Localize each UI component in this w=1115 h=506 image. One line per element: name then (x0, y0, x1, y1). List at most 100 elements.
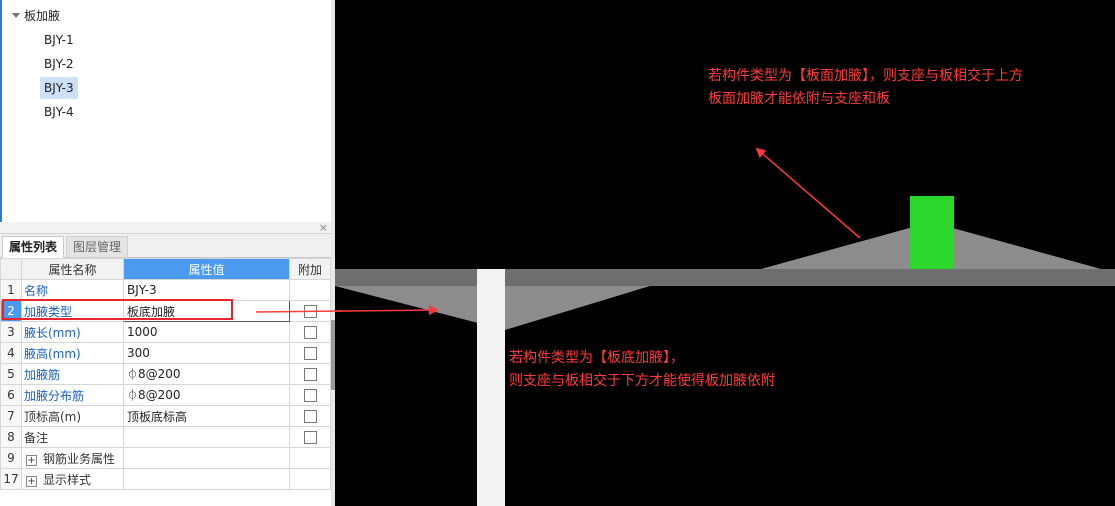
property-name-text: 钢筋业务属性 (43, 451, 116, 466)
tree-root-label: 板加腋 (24, 9, 61, 23)
property-name-text: 腋高(mm) (24, 346, 81, 361)
property-row[interactable]: 6 加腋分布筋 ⏀8@200 (0, 384, 331, 406)
extra-checkbox[interactable] (303, 347, 317, 360)
tree-item-bjy-1[interactable]: BJY-1 (40, 29, 78, 51)
tab-layer-management[interactable]: 图层管理 (66, 236, 129, 258)
property-value-text: 板底加腋 (127, 304, 176, 319)
property-value-text: 8@200 (138, 367, 181, 381)
property-name-text: 腋长(mm) (24, 325, 81, 340)
property-row[interactable]: 17 + 显示样式 (0, 468, 331, 490)
panel-tabs: 属性列表 图层管理 (0, 234, 332, 258)
extra-checkbox[interactable] (303, 389, 317, 402)
collapse-arrow-icon[interactable] (12, 13, 20, 18)
property-value[interactable]: BJY-3 (123, 279, 290, 301)
extra-cell (289, 342, 331, 364)
property-name: + 显示样式 (21, 468, 124, 490)
bottom-annotation-line2: 则支座与板相交于下方才能使得板加腋依附 (509, 373, 775, 389)
property-name-text: 名称 (24, 283, 49, 298)
row-number: 5 (0, 363, 22, 385)
property-value[interactable]: 300 (123, 342, 290, 364)
tab-properties[interactable]: 属性列表 (2, 236, 65, 258)
top-annotation-arrow (755, 147, 861, 239)
property-value-text: BJY-3 (127, 283, 157, 297)
property-value-text: 300 (127, 346, 150, 360)
tree-item-bjy-3[interactable]: BJY-3 (40, 77, 78, 99)
property-name-text: 加腋筋 (24, 367, 61, 382)
property-row[interactable]: 7 顶标高(m) 顶板底标高 (0, 405, 331, 427)
row-number: 8 (0, 426, 22, 448)
property-name-text: 顶标高(m) (24, 409, 82, 424)
property-grid: 属性名称 属性值 附加 1 名称 BJY-3 2 加腋类型 板底加腋 3 腋长(mm) 1000… (0, 258, 331, 490)
property-value[interactable]: ⏀8@200 (123, 384, 290, 406)
property-name: 备注 (21, 426, 124, 448)
property-value[interactable]: 1000 (123, 321, 290, 343)
property-row[interactable]: 4 腋高(mm) 300 (0, 342, 331, 364)
expand-icon[interactable]: + (26, 454, 37, 466)
top-annotation-line2: 板面加腋才能依附与支座和板 (708, 91, 890, 107)
row-number: 6 (0, 384, 22, 406)
row-number: 17 (0, 468, 22, 490)
property-name: 腋长(mm) (21, 321, 124, 343)
component-tree: 板加腋 BJY-1 BJY-2 BJY-3 BJY-4 (0, 0, 332, 222)
property-name-text: 加腋分布筋 (24, 388, 85, 403)
floor-slab[interactable] (335, 269, 1115, 286)
bottom-support-column[interactable] (477, 269, 505, 506)
property-value[interactable]: ⏀8@200 (123, 363, 290, 385)
properties-side-panel: 板加腋 BJY-1 BJY-2 BJY-3 BJY-4 × 属性列表 图层管理 … (0, 0, 335, 506)
row-number: 9 (0, 447, 22, 469)
extra-cell (289, 426, 331, 448)
extra-cell (289, 468, 331, 490)
extra-cell (289, 384, 331, 406)
row-number: 3 (0, 321, 22, 343)
rebar-grade-icon: ⏀ (127, 389, 138, 402)
extra-checkbox[interactable] (303, 368, 317, 381)
tree-item-bjy-2[interactable]: BJY-2 (40, 53, 78, 75)
property-row[interactable]: 8 备注 (0, 426, 331, 448)
property-name: + 钢筋业务属性 (21, 447, 124, 469)
property-value[interactable] (123, 426, 290, 448)
row-number: 4 (0, 342, 22, 364)
property-value-text: 1000 (127, 325, 158, 339)
row-number: 7 (0, 405, 22, 427)
property-row[interactable]: 3 腋长(mm) 1000 (0, 321, 331, 343)
extra-cell (289, 447, 331, 469)
property-name: 腋高(mm) (21, 342, 124, 364)
column-header-num (0, 258, 22, 280)
extra-checkbox[interactable] (303, 410, 317, 423)
expand-icon[interactable]: + (26, 475, 37, 487)
link-arrow-start (255, 310, 342, 313)
property-value[interactable]: 顶板底标高 (123, 405, 290, 427)
column-header-value: 属性值 (123, 258, 290, 280)
property-value[interactable] (123, 447, 290, 469)
bottom-annotation-line1: 若构件类型为【板底加腋】， (509, 350, 684, 366)
property-name-text: 显示样式 (43, 472, 92, 487)
tree-item-bjy-4[interactable]: BJY-4 (40, 101, 78, 123)
tree-root-node[interactable]: 板加腋 (12, 7, 60, 24)
row-number: 2 (0, 300, 22, 322)
extra-checkbox[interactable] (303, 326, 317, 339)
property-row[interactable]: 9 + 钢筋业务属性 (0, 447, 331, 469)
property-row[interactable]: 5 加腋筋 ⏀8@200 (0, 363, 331, 385)
property-name-text: 备注 (24, 430, 49, 445)
property-name: 加腋筋 (21, 363, 124, 385)
rebar-grade-icon: ⏀ (127, 368, 138, 381)
panel-splitter[interactable]: × (0, 221, 332, 234)
property-value[interactable] (123, 468, 290, 490)
top-annotation-line1: 若构件类型为【板面加腋】，则支座与板相交于上方 (708, 68, 1023, 84)
property-link-arrow (335, 305, 439, 316)
property-name: 加腋类型 (21, 300, 124, 322)
row-number: 1 (0, 279, 22, 301)
property-name: 名称 (21, 279, 124, 301)
property-name: 顶标高(m) (21, 405, 124, 427)
drawing-canvas[interactable]: 若构件类型为【板面加腋】，则支座与板相交于上方 板面加腋才能依附与支座和板 若构… (335, 0, 1115, 506)
extra-cell (289, 405, 331, 427)
property-value-text: 8@200 (138, 388, 181, 402)
close-icon[interactable]: × (319, 221, 328, 234)
property-value-text: 顶板底标高 (127, 409, 188, 424)
extra-checkbox[interactable] (303, 431, 317, 444)
column-header-name: 属性名称 (21, 258, 124, 280)
property-row[interactable]: 1 名称 BJY-3 (0, 279, 331, 301)
column-header-extra: 附加 (289, 258, 331, 280)
top-support-column[interactable] (910, 196, 954, 269)
extra-cell (289, 363, 331, 385)
